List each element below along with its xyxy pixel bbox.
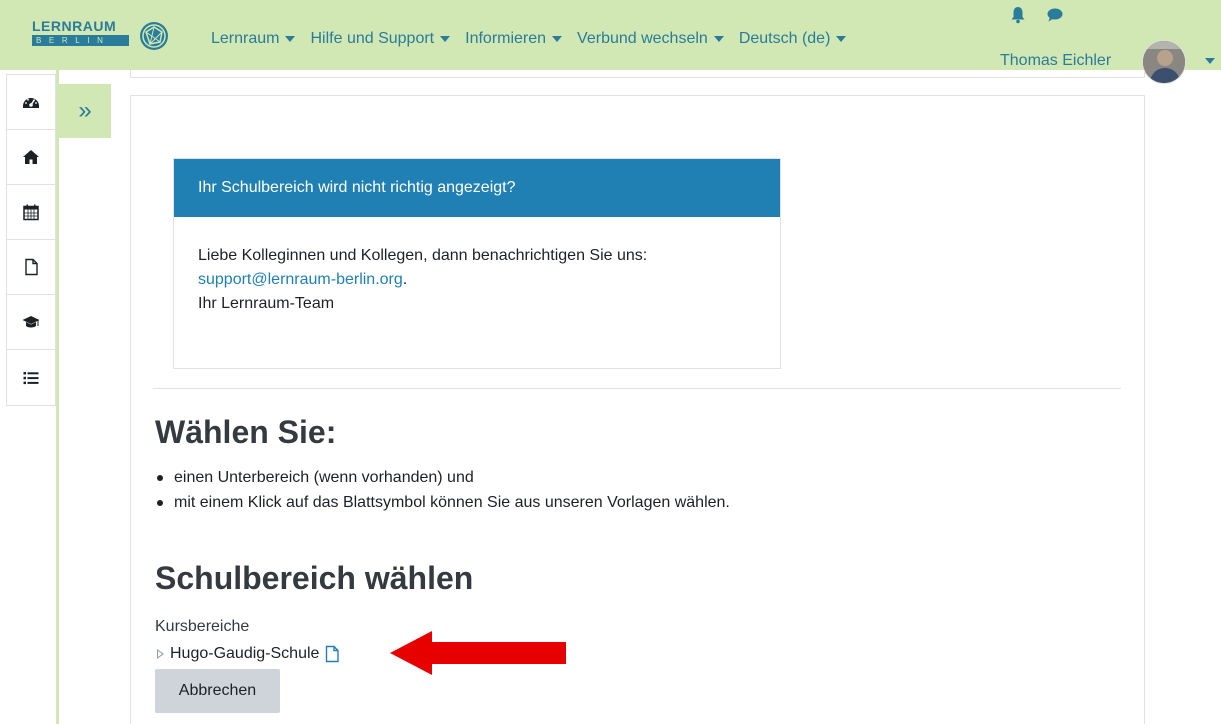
sidebar-icon-column: [6, 74, 56, 406]
user-menu-caret-icon[interactable]: [1205, 58, 1215, 64]
menu-label: Deutsch (de): [738, 30, 831, 47]
lernraum-logo[interactable]: LERNRAUM BERLIN: [32, 18, 132, 48]
sidebar-item-list[interactable]: [7, 350, 55, 405]
menu-help-support[interactable]: Hilfe und Support: [310, 30, 451, 48]
calendar-icon: [23, 204, 39, 221]
menu-label: Hilfe und Support: [310, 30, 435, 47]
menu-label: Lernraum: [211, 30, 280, 47]
sidebar-item-files[interactable]: [7, 240, 55, 295]
cancel-button[interactable]: Abbrechen: [155, 669, 280, 713]
main-menu: Lernraum Hilfe und Support Informieren V…: [211, 30, 861, 48]
dashboard-icon: [23, 98, 39, 108]
divider: [153, 388, 1121, 389]
logo-word: LERNRAUM: [32, 18, 117, 34]
notice-body: Liebe Kolleginnen und Kollegen, dann ben…: [174, 217, 780, 343]
file-icon: [25, 258, 38, 276]
caret-down-icon: [836, 36, 847, 42]
list-icon: [23, 371, 39, 384]
categories-label: Kursbereiche: [155, 618, 250, 635]
page-icon[interactable]: [324, 645, 340, 663]
choose-heading: Wählen Sie:: [155, 414, 337, 450]
user-photo-icon: [1143, 41, 1185, 83]
notice-card: Ihr Schulbereich wird nicht richtig ange…: [173, 158, 781, 369]
category-tree-item[interactable]: Hugo-Gaudig-Schule: [157, 645, 340, 663]
bullet-icon: [157, 474, 163, 481]
graduation-cap-icon: [22, 316, 40, 328]
expand-triangle-icon[interactable]: [157, 649, 164, 659]
previous-card-edge: [130, 70, 1145, 78]
instruction-list: einen Unterbereich (wenn vorhanden) und …: [155, 465, 730, 515]
caret-down-icon: [285, 36, 296, 42]
globe-icon: [140, 22, 168, 50]
list-item-text: einen Unterbereich (wenn vorhanden) und: [174, 469, 474, 486]
email-suffix: .: [402, 271, 408, 288]
notice-title: Ihr Schulbereich wird nicht richtig ange…: [174, 159, 780, 217]
list-item: einen Unterbereich (wenn vorhanden) und: [155, 465, 730, 490]
notice-text: Liebe Kolleginnen und Kollegen, dann ben…: [198, 247, 648, 264]
caret-down-icon: [440, 36, 451, 42]
caret-down-icon: [713, 36, 724, 42]
notice-email-line: support@lernraum-berlin.org.: [198, 268, 756, 292]
drawer-toggle-button[interactable]: »: [59, 84, 111, 138]
select-heading: Schulbereich wählen: [155, 560, 474, 596]
list-item-text: mit einem Klick auf das Blattsymbol könn…: [174, 494, 730, 511]
red-arrow-annotation-icon: [390, 631, 566, 675]
bell-icon[interactable]: [1010, 6, 1026, 24]
bullet-icon: [157, 499, 163, 506]
caret-down-icon: [552, 36, 563, 42]
support-email-link[interactable]: support@lernraum-berlin.org: [198, 271, 403, 288]
menu-informieren[interactable]: Informieren: [465, 30, 563, 48]
sidebar-item-calendar[interactable]: [7, 185, 55, 240]
user-name[interactable]: Thomas Eichler: [1000, 52, 1111, 70]
sidebar-item-dashboard[interactable]: [7, 75, 55, 130]
logo-subtitle: BERLIN: [32, 35, 129, 46]
category-name[interactable]: Hugo-Gaudig-Schule: [170, 645, 319, 663]
sidebar-item-courses[interactable]: [7, 295, 55, 350]
menu-label: Verbund wechseln: [577, 30, 708, 47]
menu-label: Informieren: [465, 30, 547, 47]
menu-switch-network[interactable]: Verbund wechseln: [577, 30, 724, 48]
comment-icon[interactable]: [1047, 8, 1063, 22]
double-chevron-right-icon: »: [78, 97, 92, 124]
sidebar-item-home[interactable]: [7, 130, 55, 185]
list-item: mit einem Klick auf das Blattsymbol könn…: [155, 490, 730, 515]
notice-signature: Ihr Lernraum-Team: [198, 295, 335, 312]
sidebar-divider: [56, 70, 59, 724]
home-icon: [23, 150, 39, 164]
avatar[interactable]: [1142, 40, 1186, 84]
menu-language[interactable]: Deutsch (de): [739, 30, 847, 48]
menu-lernraum[interactable]: Lernraum: [211, 30, 296, 48]
